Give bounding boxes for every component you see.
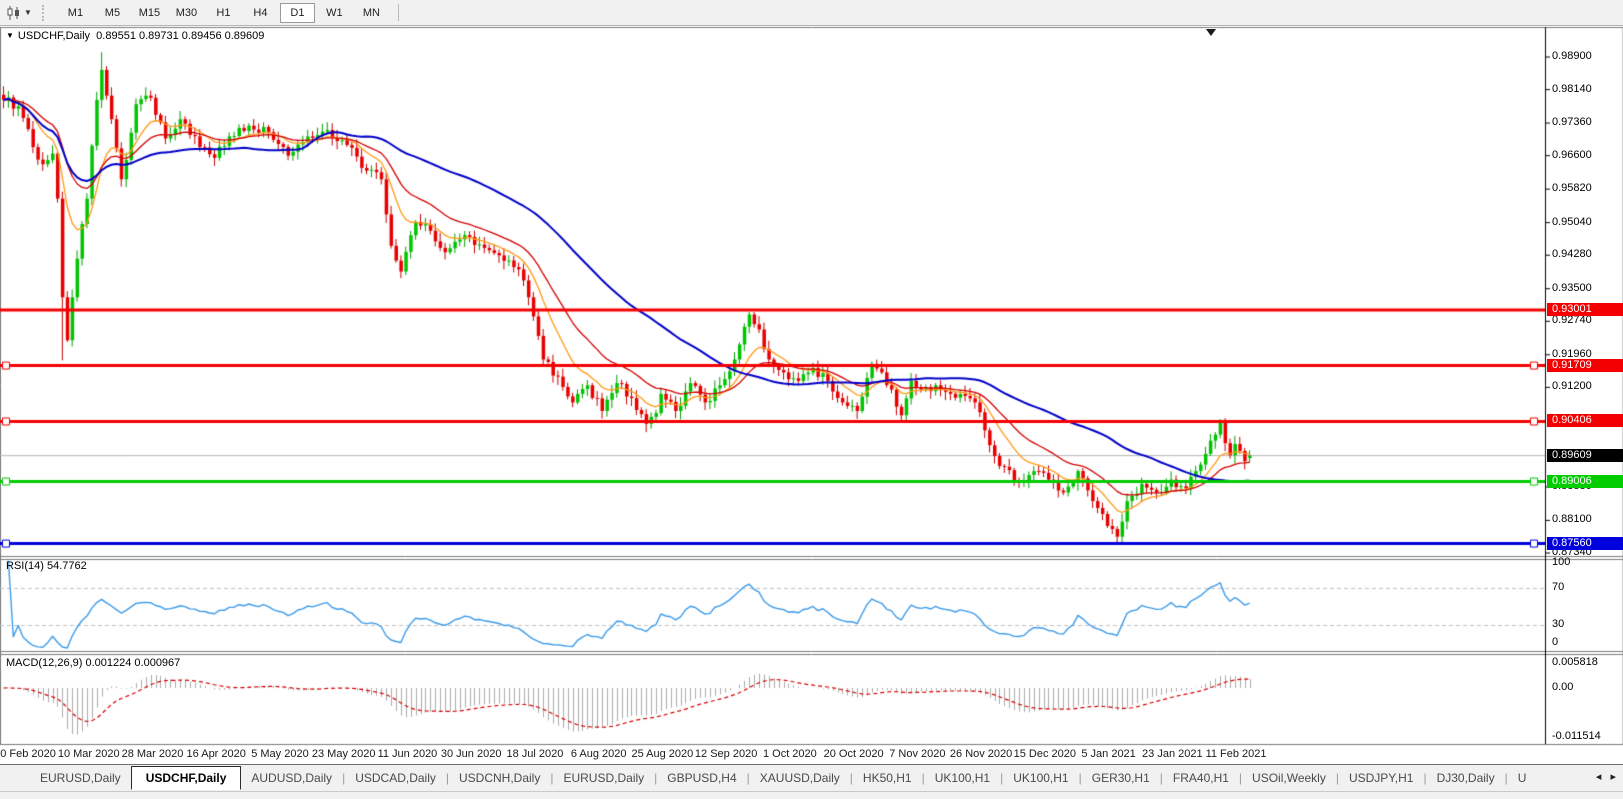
candlestick-chart-icon[interactable] (6, 6, 22, 20)
rsi-axis-tick: 0 (1552, 636, 1558, 648)
date-axis-label: 7 Nov 2020 (889, 748, 945, 760)
chart-title: ▼ USDCHF,Daily 0.89551 0.89731 0.89456 0.… (6, 30, 264, 42)
tab-scroll-left-icon[interactable]: ◂ (1596, 771, 1602, 783)
timeframe-button-mn[interactable]: MN (354, 3, 389, 23)
timeframe-button-h4[interactable]: H4 (243, 3, 278, 23)
toolbar: ▼ M1M5M15M30H1H4D1W1MN (0, 0, 1623, 26)
macd-axis-tick: -0.011514 (1552, 730, 1601, 742)
date-axis-label: 20 Feb 2020 (0, 748, 56, 760)
date-axis-label: 5 Jan 2021 (1081, 748, 1135, 760)
macd-axis-tick: 0.00 (1552, 681, 1573, 693)
tab-usdjpy-h1[interactable]: USDJPY,H1 (1339, 767, 1423, 789)
tab-scroll-right-icon[interactable]: ▸ (1610, 771, 1616, 783)
date-axis-label: 23 May 2020 (312, 748, 376, 760)
price-line-label[interactable]: 0.93001 (1547, 303, 1623, 316)
symbol-tab-bar: EURUSD,DailyUSDCHF,DailyAUDUSD,Daily|USD… (0, 764, 1623, 799)
chart-shift-marker-icon[interactable] (1206, 29, 1216, 36)
price-line-label[interactable]: 0.91709 (1547, 359, 1623, 372)
tab-xauusd-daily[interactable]: XAUUSD,Daily (750, 767, 850, 789)
date-axis-label: 18 Jul 2020 (506, 748, 563, 760)
date-axis-label: 20 Oct 2020 (824, 748, 884, 760)
timeframe-buttons: M1M5M15M30H1H4D1W1MN (57, 0, 390, 25)
tab-fra40-h1[interactable]: FRA40,H1 (1163, 767, 1239, 789)
date-axis-label: 30 Jun 2020 (441, 748, 502, 760)
tab-eurusd-daily[interactable]: EURUSD,Daily (30, 767, 131, 789)
macd-indicator-label: MACD(12,26,9) 0.001224 0.000967 (6, 657, 180, 669)
price-axis-tick: 0.95040 (1552, 216, 1592, 228)
tab-usoil-weekly[interactable]: USOil,Weekly (1242, 767, 1336, 789)
tab-gbpusd-h4[interactable]: GBPUSD,H4 (657, 767, 746, 789)
price-axis-tick: 0.98900 (1552, 50, 1592, 62)
date-axis-label: 23 Jan 2021 (1142, 748, 1203, 760)
date-axis-label: 28 Mar 2020 (122, 748, 184, 760)
rsi-axis-tick: 100 (1552, 556, 1570, 568)
price-axis-tick: 0.94280 (1552, 248, 1592, 260)
tab-u[interactable]: U (1508, 767, 1537, 789)
price-axis-tick: 0.97360 (1552, 116, 1592, 128)
mt4-window: ▼ M1M5M15M30H1H4D1W1MN ▼ USDCHF,Daily 0.8… (0, 0, 1623, 799)
current-price-label: 0.89609 (1547, 449, 1623, 462)
tab-eurusd-daily[interactable]: EURUSD,Daily (553, 767, 654, 789)
price-axis-tick: 0.96600 (1552, 149, 1592, 161)
timeframe-button-m30[interactable]: M30 (169, 3, 204, 23)
tab-hk50-h1[interactable]: HK50,H1 (853, 767, 922, 789)
date-axis-label: 26 Nov 2020 (950, 748, 1012, 760)
timeframe-button-m5[interactable]: M5 (95, 3, 130, 23)
tab-dj30-daily[interactable]: DJ30,Daily (1427, 767, 1505, 789)
date-axis-label: 15 Dec 2020 (1014, 748, 1076, 760)
timeframe-button-m1[interactable]: M1 (58, 3, 93, 23)
timeframe-button-m15[interactable]: M15 (132, 3, 167, 23)
price-axis-tick: 0.91200 (1552, 380, 1592, 392)
tab-audusd-daily[interactable]: AUDUSD,Daily (241, 767, 342, 789)
tab-uk100-h1[interactable]: UK100,H1 (1003, 767, 1078, 789)
chart-canvas[interactable] (0, 0, 1623, 799)
tab-usdcnh-daily[interactable]: USDCNH,Daily (449, 767, 550, 789)
price-axis-tick: 0.93500 (1552, 282, 1592, 294)
date-axis-label: 10 Mar 2020 (58, 748, 120, 760)
price-axis-tick: 0.98140 (1552, 83, 1592, 95)
timeframe-button-w1[interactable]: W1 (317, 3, 352, 23)
tab-scroll-controls: ◂ ▸ (1589, 770, 1619, 783)
date-axis-label: 1 Oct 2020 (763, 748, 817, 760)
collapse-arrow-icon[interactable]: ▼ (6, 31, 14, 40)
rsi-axis-tick: 30 (1552, 618, 1564, 630)
price-axis-tick: 0.95820 (1552, 182, 1592, 194)
tab-ger30-h1[interactable]: GER30,H1 (1082, 767, 1160, 789)
price-axis-tick: 0.88100 (1552, 513, 1592, 525)
chart-ohlc-values: 0.89551 0.89731 0.89456 0.89609 (96, 30, 264, 42)
date-axis-label: 16 Apr 2020 (187, 748, 246, 760)
tab-usdcad-daily[interactable]: USDCAD,Daily (345, 767, 446, 789)
date-axis-label: 12 Sep 2020 (695, 748, 757, 760)
price-line-label[interactable]: 0.90406 (1547, 414, 1623, 427)
price-line-label[interactable]: 0.89006 (1547, 475, 1623, 488)
date-axis-label: 11 Feb 2021 (1206, 748, 1267, 760)
tab-uk100-h1[interactable]: UK100,H1 (925, 767, 1000, 789)
date-axis-label: 25 Aug 2020 (631, 748, 693, 760)
price-line-label[interactable]: 0.87560 (1547, 537, 1623, 550)
macd-axis-tick: 0.005818 (1552, 656, 1598, 668)
timeframe-button-d1[interactable]: D1 (280, 3, 315, 23)
chart-symbol-label: USDCHF,Daily (18, 30, 90, 42)
date-axis-label: 6 Aug 2020 (571, 748, 627, 760)
timeframe-button-h1[interactable]: H1 (206, 3, 241, 23)
toolbar-grip[interactable] (42, 5, 49, 21)
rsi-axis-tick: 70 (1552, 581, 1564, 593)
date-axis-label: 11 Jun 2020 (378, 748, 438, 760)
tab-usdchf-daily[interactable]: USDCHF,Daily (131, 766, 242, 790)
date-axis-label: 5 May 2020 (251, 748, 308, 760)
toolbar-separator (398, 4, 399, 21)
chart-type-dropdown-icon[interactable]: ▼ (24, 8, 32, 17)
rsi-indicator-label: RSI(14) 54.7762 (6, 560, 87, 572)
